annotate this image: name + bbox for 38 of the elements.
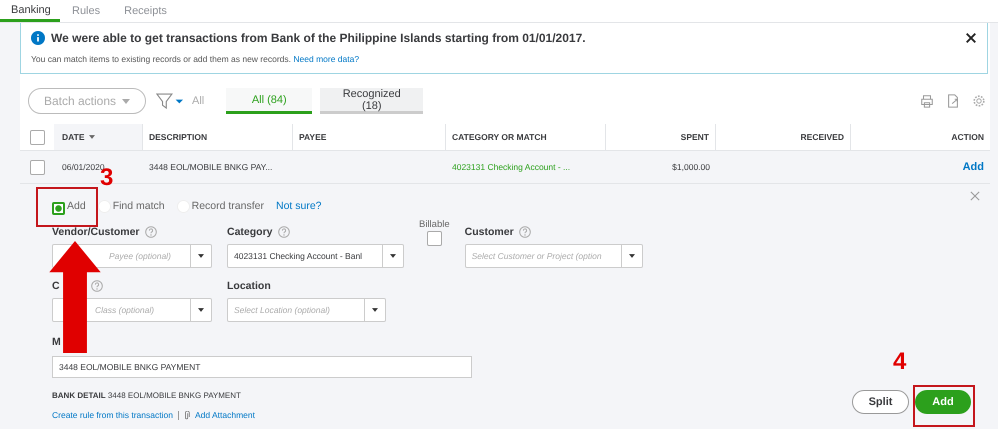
column-header[interactable]: CATEGORY OR MATCH	[452, 132, 547, 142]
field-label: Category	[227, 226, 273, 238]
radio-option[interactable]: Add	[52, 198, 86, 214]
bank-detail-text: BANK DETAIL 3448 EOL/MOBILE BNKG PAYMENT	[52, 391, 242, 400]
field-label: Vendor/Customer	[52, 226, 140, 238]
create-rule-link[interactable]: Create rule from this transaction	[52, 410, 173, 420]
field-label: Location	[227, 280, 271, 292]
banner-message: We were able to get transactions from Bank of the Philippine Islands starting from 01/01/2017.	[51, 31, 586, 45]
page-tab[interactable]: Rules	[60, 0, 112, 22]
dropdown-field[interactable]: 4023131 Checking Account - Banl	[227, 244, 404, 268]
field-label: M	[52, 336, 61, 348]
radio-option[interactable]: Record transfer	[176, 200, 264, 212]
field-label: Customer	[464, 226, 514, 238]
page-tab[interactable]: Receipts	[112, 0, 179, 22]
filter-tab[interactable]: All (84)	[226, 88, 312, 114]
column-header[interactable]: DATE	[62, 132, 85, 142]
column-header[interactable]: SPENT	[680, 132, 709, 142]
add-attachment-link[interactable]: Add Attachment	[194, 410, 255, 420]
column-header[interactable]: ACTION	[951, 132, 984, 142]
need-more-data-link[interactable]: Need more data?	[293, 54, 360, 64]
filter-label: All	[192, 95, 204, 107]
step-number: 4	[893, 348, 906, 376]
not-sure-link[interactable]: Not sure?	[276, 200, 322, 212]
filter-tab[interactable]: Recognized (18)	[320, 88, 424, 114]
checkbox-label: Billable	[419, 219, 450, 230]
category-cell: 4023131 Checking Account - ...	[452, 162, 570, 172]
column-header[interactable]: PAYEE	[299, 132, 326, 142]
memo-field[interactable]: 3448 EOL/MOBILE BNKG PAYMENT	[52, 356, 472, 378]
split-button[interactable]: Split	[852, 390, 909, 414]
field-label: C	[52, 280, 60, 292]
add-link[interactable]: Add	[962, 161, 984, 173]
description-cell: 3448 EOL/MOBILE BNKG PAY...	[149, 162, 272, 172]
column-header[interactable]: DESCRIPTION	[149, 132, 208, 142]
spent-cell: $1,000.00	[672, 162, 710, 172]
banner-text: You can match items to existing records or add them as new records.	[31, 54, 292, 64]
radio-option[interactable]: Find match	[98, 200, 165, 212]
column-header[interactable]: RECEIVED	[800, 132, 844, 142]
add-button[interactable]: Add	[915, 390, 971, 414]
